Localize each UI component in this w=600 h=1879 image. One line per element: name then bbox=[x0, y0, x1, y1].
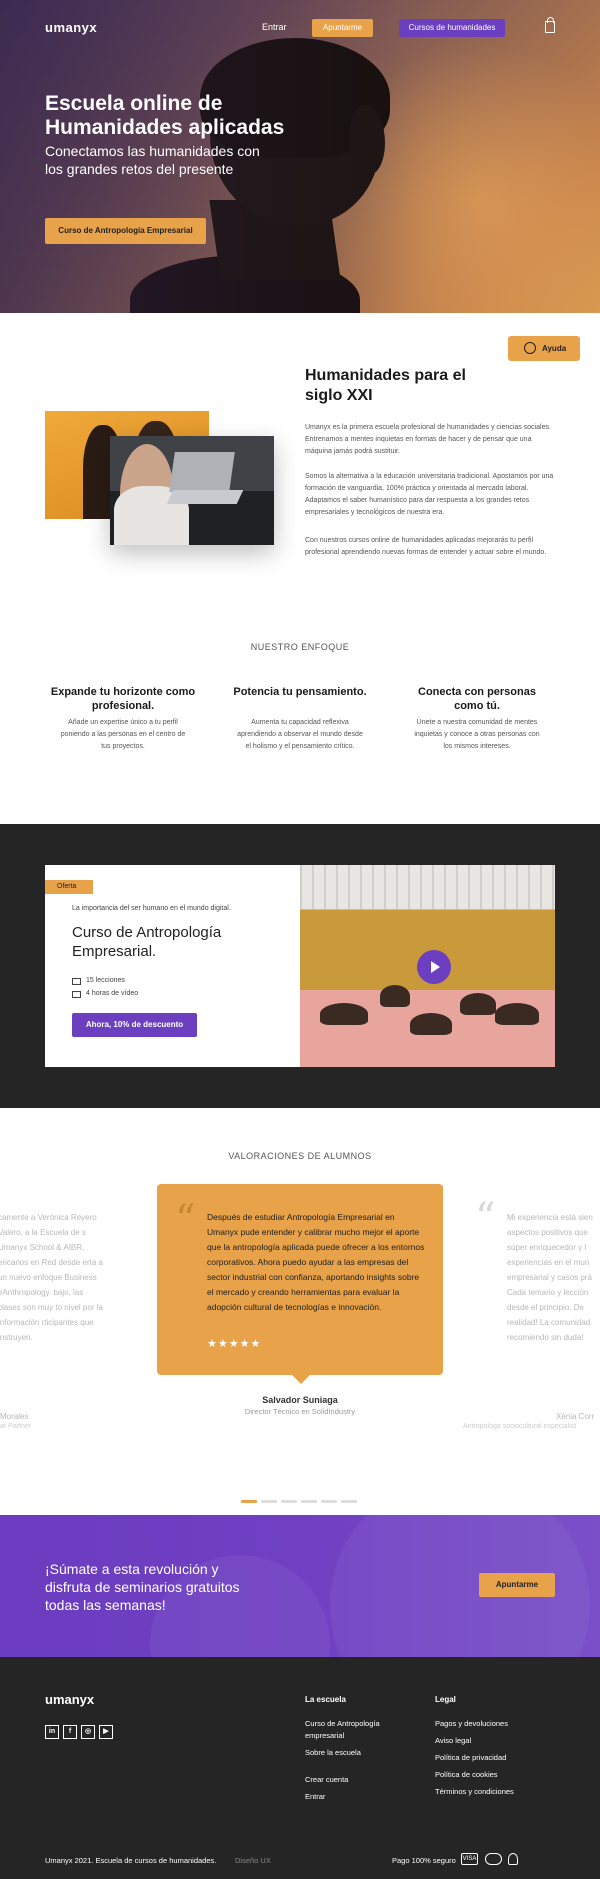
enfoque-column-text: Únete a nuestra comunidad de mentes inqu… bbox=[414, 719, 540, 750]
intro-paragraph: Somos la alternativa a la educación univ… bbox=[305, 473, 554, 516]
instagram-icon[interactable]: ◎ bbox=[81, 1725, 95, 1739]
shopping-bag-icon[interactable] bbox=[545, 17, 555, 33]
offer-video: 4 horas de vídeo bbox=[72, 990, 139, 998]
testimonial-right-role: Antropóloga sociocultural especialist bbox=[463, 1423, 577, 1430]
footer bbox=[0, 1657, 600, 1879]
footer-link[interactable]: Pagos y devoluciones bbox=[435, 1718, 508, 1730]
intro-image-laptop bbox=[110, 436, 274, 545]
testimonials-heading: VALORACIONES DE ALUMNOS bbox=[228, 1151, 372, 1161]
linkedin-icon[interactable]: in bbox=[45, 1725, 59, 1739]
help-button-label: Ayuda bbox=[542, 344, 567, 353]
enfoque-column-title: Expande tu horizonte como profesional. bbox=[50, 686, 196, 712]
footer-design-credit[interactable]: Diseño UX bbox=[235, 1856, 271, 1865]
carousel-dot[interactable] bbox=[301, 1500, 317, 1503]
testimonial-role: Director Técnico en SolidIndustry bbox=[244, 1407, 356, 1416]
facebook-icon[interactable]: f bbox=[63, 1725, 77, 1739]
enfoque-column-text: Aumenta tu capacidad reflexiva aprendien… bbox=[237, 719, 363, 750]
hero-title: Escuela online de Humanidades aplicadas bbox=[45, 92, 285, 139]
carousel-dot[interactable] bbox=[321, 1500, 337, 1503]
quote-icon: “ bbox=[475, 1195, 496, 1241]
cta-signup-button[interactable]: Apuntarme bbox=[479, 1573, 555, 1597]
testimonial-left-author: Morales bbox=[0, 1412, 29, 1421]
offer-tag: Oferta bbox=[45, 880, 93, 894]
mastercard-icon bbox=[485, 1853, 502, 1865]
seated-figure bbox=[460, 993, 496, 1015]
enfoque-heading: NUESTRO ENFOQUE bbox=[250, 642, 350, 652]
photo-keyboard bbox=[166, 490, 244, 504]
museum-ceiling bbox=[300, 865, 555, 909]
offer-kicker: La importancia del ser humano en el mund… bbox=[72, 905, 231, 912]
whatsapp-icon bbox=[524, 342, 536, 354]
enfoque-column-text: Añade un expertise único a tu perfil pon… bbox=[60, 719, 186, 750]
help-button[interactable]: Ayuda bbox=[508, 336, 580, 361]
footer-copyright: Umanyx 2021. Escuela de cursos de humani… bbox=[45, 1856, 217, 1865]
intro-paragraph: Con nuestros cursos online de humanidade… bbox=[305, 537, 547, 556]
footer-link[interactable]: Crear cuenta bbox=[305, 1774, 348, 1786]
footer-link[interactable]: Política de privacidad bbox=[435, 1752, 506, 1764]
intro-title: Humanidades para el siglo XXI bbox=[305, 367, 466, 404]
video-icon bbox=[72, 991, 81, 998]
hero-subtitle: Conectamos las humanidades con los grand… bbox=[45, 143, 260, 177]
enfoque-column-title: Potencia tu pensamiento. bbox=[233, 686, 367, 698]
testimonial-author: Salvador Suniaga bbox=[262, 1395, 338, 1405]
offer-title: Curso de Antropología Empresarial. bbox=[72, 924, 222, 960]
offer-video-thumbnail[interactable] bbox=[300, 865, 555, 1067]
carousel-dot[interactable] bbox=[281, 1500, 297, 1503]
carousel-dot[interactable] bbox=[241, 1500, 257, 1503]
visa-icon: VISA bbox=[461, 1853, 478, 1865]
nav-courses-button[interactable]: Cursos de humanidades bbox=[399, 19, 505, 37]
play-icon[interactable] bbox=[417, 950, 451, 984]
offer-discount-button[interactable]: Ahora, 10% de descuento bbox=[72, 1013, 197, 1037]
footer-link[interactable]: Aviso legal bbox=[435, 1735, 471, 1747]
testimonial-left-text: camente a Verónica Reyero Valero, a la E… bbox=[0, 1213, 103, 1342]
paypal-icon bbox=[508, 1853, 518, 1865]
footer-legal-heading: Legal bbox=[435, 1695, 456, 1704]
offer-lessons: 15 lecciones bbox=[72, 977, 125, 985]
offer-card: Oferta La importancia del ser humano en … bbox=[45, 865, 555, 1067]
laptop-icon bbox=[169, 452, 235, 492]
seated-figure bbox=[495, 1003, 539, 1025]
cta-text: ¡Súmate a esta revolución y disfruta de … bbox=[45, 1561, 240, 1613]
footer-link[interactable]: Entrar bbox=[305, 1791, 325, 1803]
testimonial-right-author: Xènia Corr bbox=[556, 1412, 595, 1421]
footer-link[interactable]: Sobre la escuela bbox=[305, 1747, 361, 1759]
site-logo[interactable]: umanyx bbox=[45, 20, 97, 35]
offer-lessons-label: 15 lecciones bbox=[86, 977, 125, 984]
testimonial-text: Después de estudiar Antropología Empresa… bbox=[207, 1212, 425, 1312]
seated-figure bbox=[410, 1013, 452, 1035]
enfoque-column-title: Conecta con personas como tú. bbox=[418, 686, 536, 712]
nav-login-link[interactable]: Entrar bbox=[262, 22, 287, 32]
youtube-icon[interactable]: ▶ bbox=[99, 1725, 113, 1739]
footer-school-heading: La escuela bbox=[305, 1695, 346, 1704]
seated-figure bbox=[380, 985, 410, 1007]
quote-icon: “ bbox=[175, 1197, 196, 1243]
carousel-pagination bbox=[241, 1490, 361, 1508]
carousel-dot[interactable] bbox=[341, 1500, 357, 1503]
footer-link[interactable]: Política de cookies bbox=[435, 1769, 498, 1781]
hero-course-button[interactable]: Curso de Antropología Empresarial bbox=[45, 218, 206, 244]
seated-figure bbox=[320, 1003, 368, 1025]
testimonial-left-role: ar Partner bbox=[0, 1423, 32, 1430]
footer-link[interactable]: Términos y condiciones bbox=[435, 1786, 514, 1798]
footer-link[interactable]: Curso de Antropología empresarial bbox=[305, 1718, 395, 1742]
book-icon bbox=[72, 978, 81, 985]
rating-stars: ★★★★★ bbox=[207, 1338, 262, 1350]
footer-logo[interactable]: umanyx bbox=[45, 1692, 94, 1707]
carousel-dot[interactable] bbox=[261, 1500, 277, 1503]
intro-paragraph: Umanyx es la primera escuela profesional… bbox=[305, 424, 551, 455]
nav-signup-button[interactable]: Apuntarme bbox=[312, 19, 373, 37]
footer-secure-payment: Pago 100% seguro bbox=[392, 1856, 456, 1865]
offer-video-label: 4 horas de vídeo bbox=[86, 990, 139, 997]
testimonial-right-text: Mi experiencia está sien aspectos positi… bbox=[507, 1213, 593, 1342]
